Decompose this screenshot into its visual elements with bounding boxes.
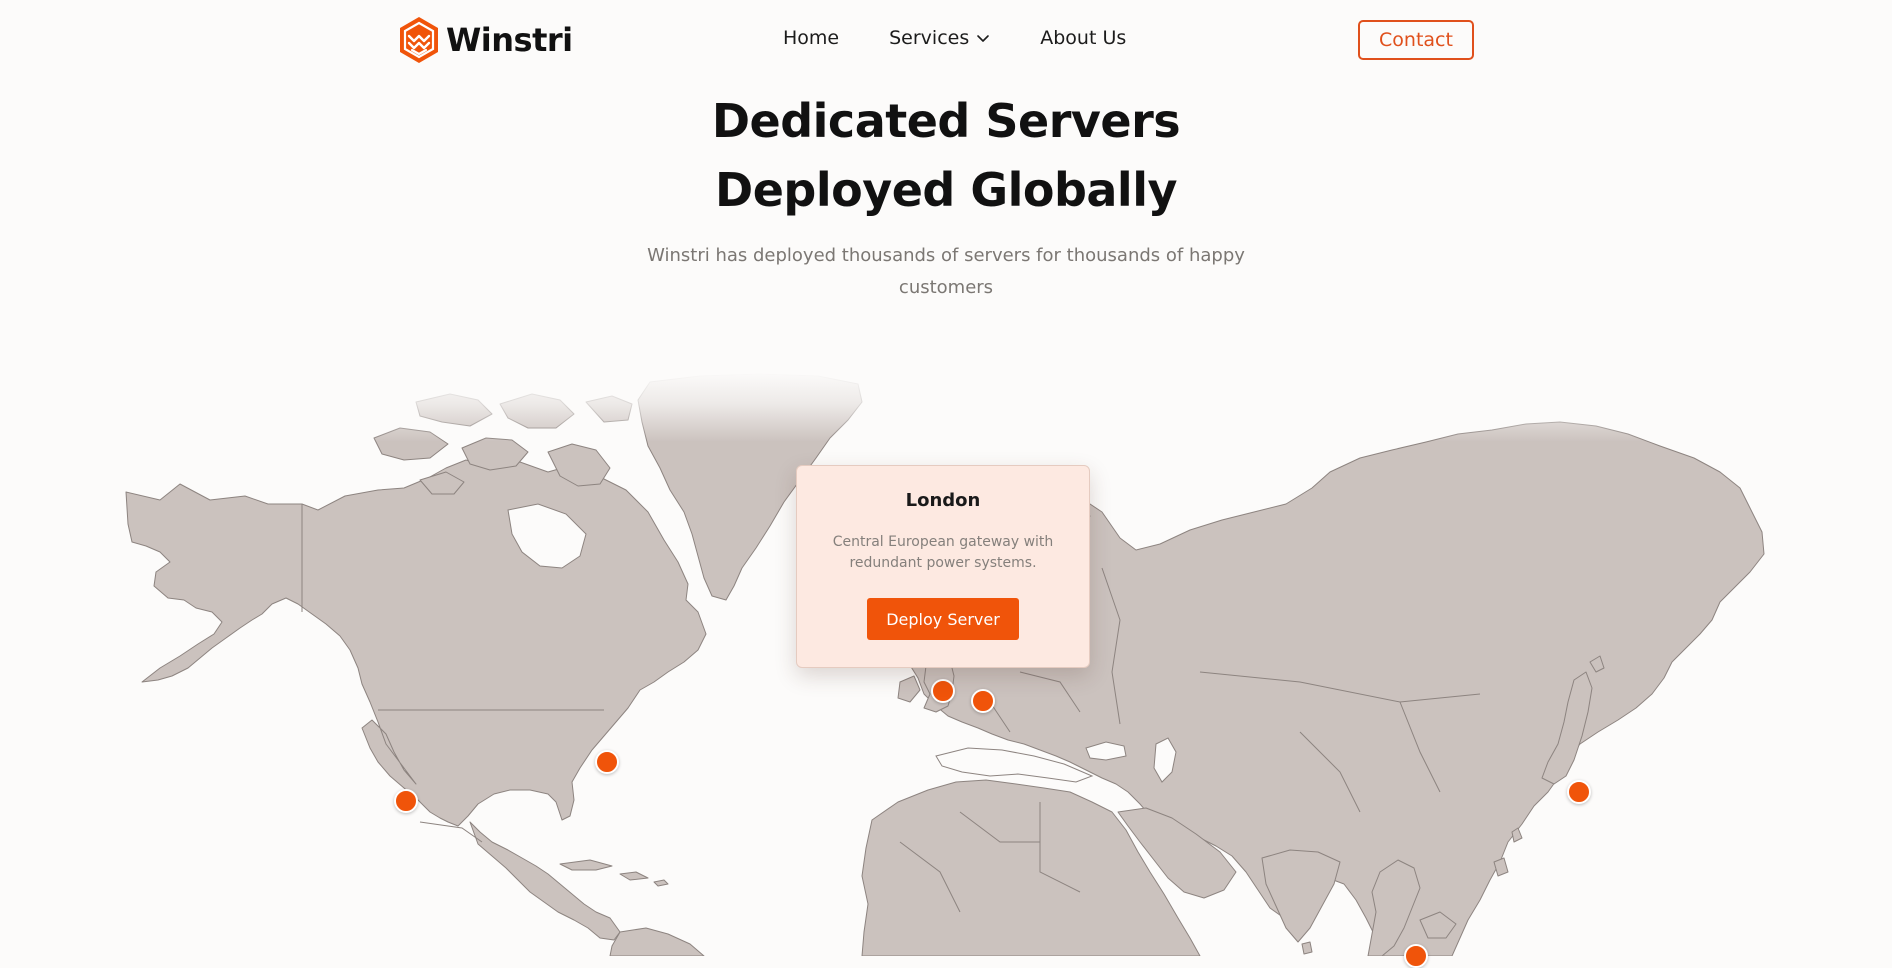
north-america-landmass (125, 459, 707, 827)
popup-title: London (905, 490, 981, 511)
chevron-down-icon (977, 35, 990, 42)
india-landmass (1261, 849, 1341, 943)
south-america-landmass (609, 927, 705, 956)
location-pin-new-york[interactable] (595, 750, 619, 774)
location-pin-singapore[interactable] (1404, 944, 1428, 968)
brand-name: Winstri (446, 21, 573, 59)
winstri-logo-icon (400, 17, 438, 63)
nav-services[interactable]: Services (889, 27, 990, 49)
location-pin-los-angeles[interactable] (394, 789, 418, 813)
nav-about-us[interactable]: About Us (1040, 27, 1126, 49)
location-pin-frankfurt[interactable] (971, 689, 995, 713)
location-pin-tokyo[interactable] (1567, 780, 1591, 804)
map-top-fade (0, 372, 1892, 442)
brand-link[interactable]: Winstri (398, 16, 573, 64)
caribbean-islands (559, 859, 669, 887)
navbar: Winstri Home Services About Us Contact (0, 0, 1892, 80)
hero-title: Dedicated Servers Deployed Globally (0, 87, 1892, 225)
nav-services-label: Services (889, 27, 970, 49)
location-pin-london[interactable] (931, 679, 955, 703)
popup-description: Central European gateway with redundant … (832, 534, 1054, 571)
nav-home[interactable]: Home (783, 27, 839, 49)
contact-button[interactable]: Contact (1358, 20, 1474, 60)
location-popup-card: London Central European gateway with red… (796, 465, 1090, 668)
main-nav: Home Services About Us (783, 27, 1126, 49)
hero-title-line-2: Deployed Globally (715, 163, 1177, 217)
hero-subtitle: Winstri has deployed thousands of server… (647, 245, 1245, 298)
central-america-landmass (469, 821, 621, 941)
deploy-server-button[interactable]: Deploy Server (867, 598, 1019, 640)
hero-title-line-1: Dedicated Servers (711, 94, 1181, 148)
